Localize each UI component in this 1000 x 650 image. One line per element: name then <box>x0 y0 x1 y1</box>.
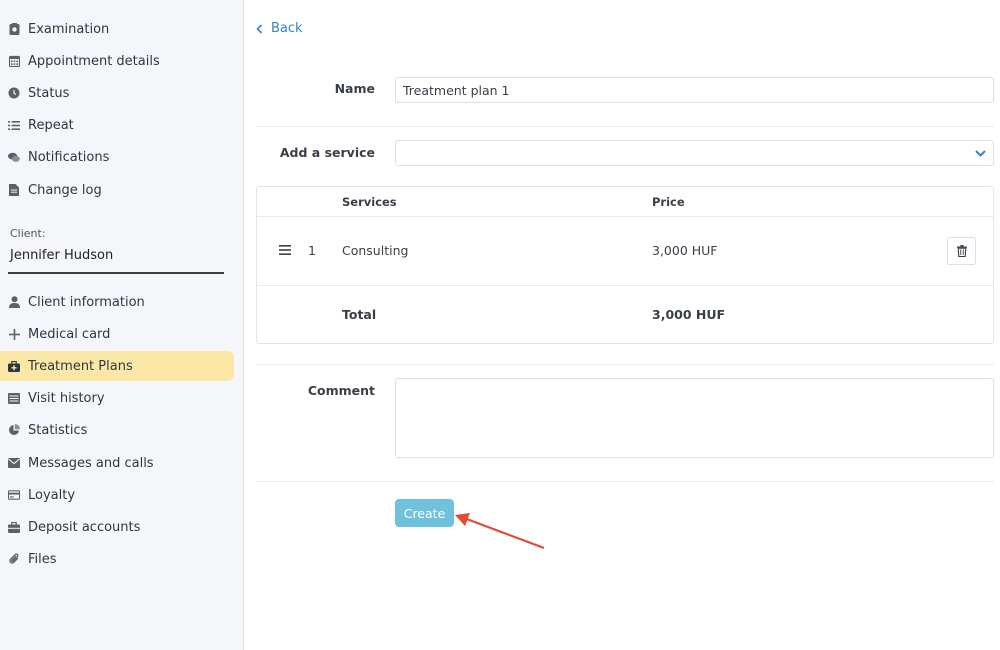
chat-icon <box>8 150 20 164</box>
sidebar-item-label: Treatment Plans <box>28 358 133 374</box>
briefcase-medical-icon <box>8 359 20 373</box>
sidebar: Examination Appointment details Status R… <box>0 0 244 650</box>
sidebar-item-label: Visit history <box>28 390 105 406</box>
main-content: Back Name Treatment plan 1 Add a service… <box>244 0 1000 650</box>
row-service: Consulting <box>342 243 409 258</box>
sidebar-item-label: Status <box>28 85 70 101</box>
divider <box>256 481 994 482</box>
sidebar-item-label: Examination <box>28 21 110 37</box>
sidebar-item-appointment-details[interactable]: Appointment details <box>0 46 234 76</box>
document-icon <box>8 183 20 197</box>
sidebar-item-label: Appointment details <box>28 53 160 69</box>
chevron-left-icon <box>256 23 263 34</box>
sidebar-item-label: Medical card <box>28 326 111 342</box>
client-caption: Client: <box>10 227 46 240</box>
name-input[interactable]: Treatment plan 1 <box>395 77 994 103</box>
row-price: 3,000 HUF <box>652 243 718 258</box>
sidebar-item-label: Notifications <box>28 149 110 165</box>
client-name: Jennifer Hudson <box>10 248 114 263</box>
clock-icon <box>8 86 20 100</box>
drag-handle-icon[interactable] <box>279 243 291 258</box>
comment-label: Comment <box>307 383 375 398</box>
list-icon <box>8 118 20 132</box>
sidebar-item-messages-and-calls[interactable]: Messages and calls <box>0 448 234 478</box>
examination-icon <box>8 22 20 36</box>
briefcase-icon <box>8 520 20 534</box>
back-label: Back <box>271 21 303 36</box>
sidebar-item-files[interactable]: Files <box>0 544 234 574</box>
sidebar-item-treatment-plans[interactable]: Treatment Plans <box>0 351 234 381</box>
back-link[interactable]: Back <box>256 21 303 36</box>
client-divider <box>8 272 224 274</box>
divider <box>256 364 994 365</box>
row-divider <box>257 216 993 217</box>
total-value: 3,000 HUF <box>652 307 726 322</box>
sidebar-item-change-log[interactable]: Change log <box>0 175 234 205</box>
user-icon <box>8 295 20 309</box>
sidebar-item-loyalty[interactable]: Loyalty <box>0 480 234 510</box>
chevron-down-icon <box>975 149 986 157</box>
sidebar-item-deposit-accounts[interactable]: Deposit accounts <box>0 512 234 542</box>
sidebar-item-notifications[interactable]: Notifications <box>0 142 234 172</box>
sidebar-item-client-information[interactable]: Client information <box>0 287 234 317</box>
sidebar-item-label: Loyalty <box>28 487 76 503</box>
header-price: Price <box>652 195 685 209</box>
sidebar-item-label: Messages and calls <box>28 455 154 471</box>
calendar-icon <box>8 54 20 68</box>
row-divider <box>257 285 993 286</box>
pie-chart-icon <box>8 423 20 437</box>
sidebar-item-statistics[interactable]: Statistics <box>0 415 234 445</box>
sidebar-item-repeat[interactable]: Repeat <box>0 110 234 140</box>
services-table: Services Price 1 Consulting 3,000 HUF To… <box>256 186 994 344</box>
envelope-icon <box>8 456 20 470</box>
sidebar-item-medical-card[interactable]: Medical card <box>0 319 234 349</box>
sidebar-item-label: Files <box>28 551 57 567</box>
sidebar-item-visit-history[interactable]: Visit history <box>0 383 234 413</box>
sidebar-item-label: Deposit accounts <box>28 519 141 535</box>
sidebar-item-label: Client information <box>28 294 145 310</box>
sidebar-item-status[interactable]: Status <box>0 78 234 108</box>
table-icon <box>8 391 20 405</box>
create-button[interactable]: Create <box>395 499 454 527</box>
delete-row-button[interactable] <box>947 237 976 265</box>
sidebar-item-label: Change log <box>28 182 102 198</box>
sidebar-item-label: Repeat <box>28 117 74 133</box>
sidebar-item-examination[interactable]: Examination <box>0 14 234 44</box>
header-services: Services <box>342 195 397 209</box>
name-label: Name <box>334 81 375 96</box>
credit-card-icon <box>8 488 20 502</box>
row-index: 1 <box>308 243 316 258</box>
name-input-value: Treatment plan 1 <box>403 82 510 98</box>
paperclip-icon <box>8 552 20 566</box>
comment-textarea[interactable] <box>395 378 994 458</box>
divider <box>256 126 994 127</box>
add-service-select[interactable] <box>395 140 994 166</box>
total-label: Total <box>342 307 377 322</box>
add-service-label: Add a service <box>279 145 375 160</box>
plus-icon <box>8 327 20 341</box>
trash-icon <box>956 245 967 257</box>
sidebar-item-label: Statistics <box>28 422 88 438</box>
